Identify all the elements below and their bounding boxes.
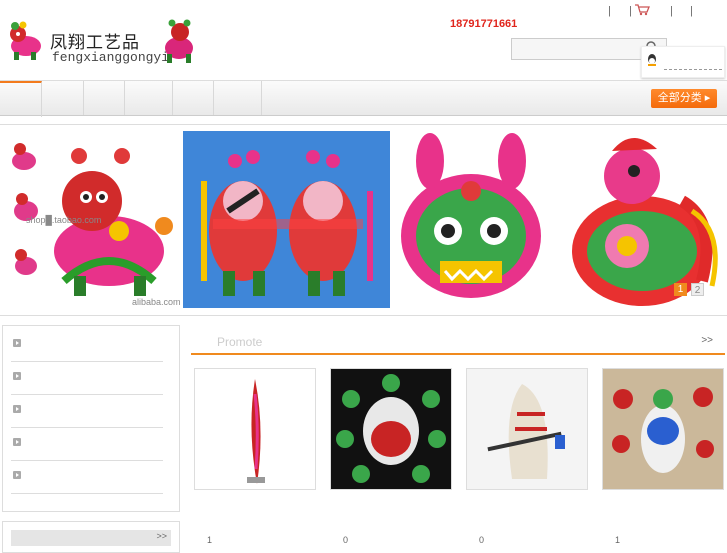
main-nav — [0, 80, 727, 117]
divider — [664, 69, 722, 70]
nav-item[interactable] — [84, 81, 125, 115]
sidebar-section-2: >> — [2, 521, 180, 553]
banner-image-door-gods — [183, 131, 390, 308]
nav-item[interactable] — [42, 81, 84, 115]
product-card[interactable] — [330, 368, 452, 490]
qq-penguin-icon[interactable] — [646, 53, 658, 67]
product-image — [247, 379, 265, 484]
phone-number: 18791771661 — [450, 18, 518, 30]
product-image — [331, 369, 451, 489]
caret-right-icon: ▸ — [704, 92, 711, 104]
sidebar-item[interactable] — [11, 362, 163, 395]
product-card[interactable] — [194, 368, 316, 490]
watermark-text: shop█.taobao.com — [26, 215, 102, 225]
product-count: 1 — [615, 535, 621, 545]
promote-header: Promote >> — [191, 331, 725, 355]
more-link[interactable]: >> — [156, 531, 167, 541]
promote-more-link[interactable]: >> — [701, 335, 713, 346]
sidebar-item[interactable] — [11, 395, 163, 428]
product-count: 1 — [207, 535, 213, 545]
arrow-right-icon — [13, 372, 21, 380]
all-categories-label: 全部分类 — [657, 92, 702, 104]
all-categories-button[interactable]: 全部分类 ▸ — [651, 89, 717, 108]
section-header-bar — [11, 530, 171, 546]
arrow-right-icon — [13, 339, 21, 347]
banner-image-tiger: shop█.taobao.com alibaba.com.cn — [4, 131, 180, 308]
product-count: 0 — [479, 535, 485, 545]
category-sidebar — [2, 325, 180, 512]
product-image — [467, 369, 587, 489]
sidebar-item[interactable] — [11, 428, 163, 461]
arrow-right-icon — [13, 405, 21, 413]
arrow-right-icon — [13, 438, 21, 446]
nav-item[interactable] — [173, 81, 214, 115]
logo-pinyin-text: fengxianggongyi — [52, 50, 170, 65]
product-card[interactable] — [466, 368, 588, 490]
tiger-logo-icon — [10, 21, 41, 60]
banner-image-tiger-mask — [390, 131, 552, 308]
cart-icon[interactable] — [634, 3, 650, 19]
watermark-text: alibaba.com.cn — [132, 297, 180, 307]
pager-dot-active[interactable]: 1 — [674, 283, 687, 296]
site-logo[interactable]: 凤翔工艺品 fengxianggongyi — [6, 19, 196, 66]
top-link-separator: | — [608, 5, 611, 17]
product-image — [603, 369, 723, 489]
arrow-right-icon — [13, 471, 21, 479]
top-link-separator: | — [629, 5, 632, 17]
pager-dot[interactable]: 2 — [691, 283, 704, 296]
tiger-logo-icon — [165, 19, 193, 63]
top-link-separator: | — [670, 5, 673, 17]
sidebar-item[interactable] — [11, 329, 163, 362]
product-card[interactable] — [602, 368, 724, 490]
nav-item[interactable] — [214, 81, 262, 115]
product-count: 0 — [343, 535, 349, 545]
nav-item[interactable] — [125, 81, 173, 115]
nav-item-home[interactable] — [0, 81, 42, 117]
banner-image-rooster — [552, 131, 724, 308]
promote-title: Promote — [217, 335, 263, 349]
sidebar-item[interactable] — [11, 461, 163, 494]
top-link-separator: | — [690, 5, 693, 17]
banner-slider[interactable]: shop█.taobao.com alibaba.com.cn — [0, 124, 727, 316]
search-suggestion-dropdown — [641, 46, 725, 78]
